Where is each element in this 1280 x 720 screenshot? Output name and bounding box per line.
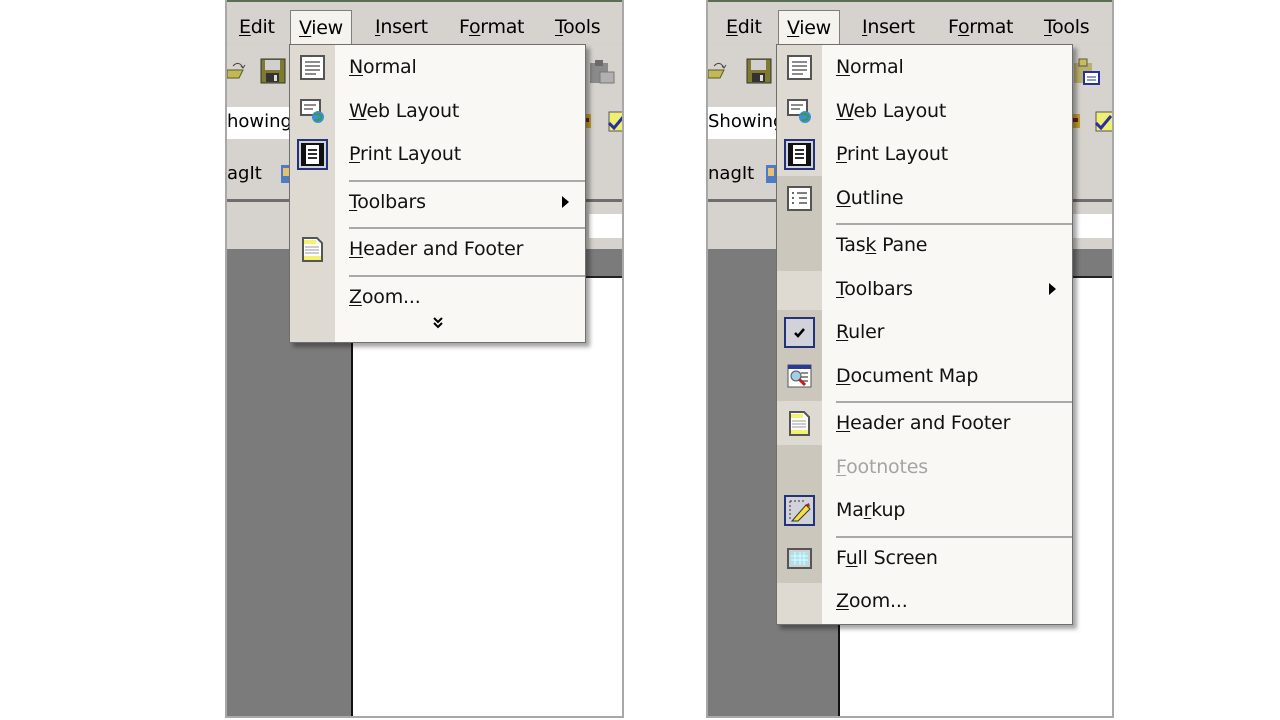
style-input[interactable]: howing [227, 107, 289, 139]
track-changes-icon[interactable] [607, 111, 624, 133]
menu-item-label: Web Layout [836, 99, 947, 122]
menu-item-label: Document Map [836, 364, 979, 387]
checkmark-icon [784, 317, 815, 348]
menu-item-label: Toolbars [349, 190, 426, 213]
menu-item-label: Print Layout [349, 143, 462, 165]
document-page[interactable] [351, 278, 622, 716]
outline-view-icon [784, 183, 815, 214]
menu-insert[interactable]: Insert [862, 16, 915, 38]
menu-item-document-map[interactable]: Document Map [777, 356, 1072, 396]
menu-item-zoom[interactable]: Zoom... [290, 277, 585, 317]
menu-bar: Edit View Insert Format Tools [708, 2, 1112, 47]
menu-item-zoom[interactable]: Zoom... [777, 581, 1072, 621]
markup-icon [784, 495, 815, 526]
track-changes-icon[interactable] [1094, 111, 1114, 133]
menu-insert[interactable]: Insert [375, 16, 428, 38]
paste-icon[interactable] [588, 57, 616, 85]
menu-item-label: Zoom... [836, 590, 908, 612]
open-folder-icon[interactable] [708, 60, 730, 82]
menu-item-label: Normal [836, 56, 904, 78]
submenu-arrow-icon [562, 195, 569, 208]
menu-item-task-pane[interactable]: Task Pane [777, 225, 1072, 265]
menu-bar: Edit View Insert Format Tools [227, 2, 622, 47]
expand-menu-chevron-icon[interactable] [290, 312, 585, 334]
menu-item-footnotes: Footnotes [777, 447, 1072, 487]
print-layout-icon [297, 139, 328, 170]
open-folder-icon[interactable] [227, 60, 249, 82]
menu-item-label: Task Pane [836, 234, 928, 256]
menu-item-label: Full Screen [836, 546, 938, 569]
menu-item-markup[interactable]: Markup [777, 490, 1072, 530]
menu-item-header-and-footer[interactable]: Header and Footer [290, 229, 585, 269]
menu-item-web-layout[interactable]: Web Layout [290, 91, 585, 131]
menu-item-print-layout[interactable]: Print Layout [290, 134, 585, 174]
menu-item-label: Print Layout [836, 143, 949, 165]
full-screen-icon [784, 543, 815, 574]
menu-item-label: Web Layout [349, 99, 460, 122]
menu-edit[interactable]: Edit [726, 16, 762, 38]
menu-tools[interactable]: Tools [1044, 16, 1090, 38]
menu-format[interactable]: Format [948, 16, 1013, 38]
snagit-label: agIt [227, 163, 262, 184]
menu-edit[interactable]: Edit [239, 16, 275, 38]
highlight-icon[interactable] [1072, 112, 1082, 132]
menu-item-toolbars[interactable]: Toolbars [777, 269, 1072, 309]
menu-item-label: Markup [836, 499, 906, 521]
normal-view-icon [784, 52, 815, 83]
menu-tools[interactable]: Tools [555, 16, 601, 38]
menu-item-label: Footnotes [836, 455, 928, 478]
menu-item-normal[interactable]: Normal [290, 47, 585, 87]
menu-item-normal[interactable]: Normal [777, 47, 1072, 87]
header-footer-icon [297, 234, 328, 265]
save-icon[interactable] [260, 58, 286, 84]
menu-item-full-screen[interactable]: Full Screen [777, 538, 1072, 578]
menu-view[interactable]: View [778, 10, 840, 47]
menu-view[interactable]: View [290, 10, 352, 47]
menu-item-print-layout[interactable]: Print Layout [777, 134, 1072, 174]
menu-item-label: Outline [836, 186, 904, 209]
header-footer-icon [784, 408, 815, 439]
snagit-label: nagIt [708, 163, 755, 184]
menu-item-ruler[interactable]: Ruler [777, 312, 1072, 352]
menu-item-outline[interactable]: Outline [777, 178, 1072, 218]
menu-item-label: Toolbars [836, 277, 913, 300]
menu-item-toolbars[interactable]: Toolbars [290, 182, 585, 222]
menu-item-header-and-footer[interactable]: Header and Footer [777, 403, 1072, 443]
menu-item-label: Header and Footer [349, 238, 524, 260]
web-layout-icon [784, 96, 815, 127]
ruler-track [1072, 214, 1112, 238]
paste-icon[interactable] [1072, 57, 1102, 87]
submenu-arrow-icon [1049, 282, 1056, 295]
menu-item-web-layout[interactable]: Web Layout [777, 91, 1072, 131]
normal-view-icon [297, 52, 328, 83]
menu-item-label: Ruler [836, 321, 885, 343]
ruler-track [589, 214, 622, 238]
menu-item-label: Header and Footer [836, 412, 1011, 434]
menu-format[interactable]: Format [459, 16, 524, 38]
menu-item-label: Normal [349, 56, 417, 78]
web-layout-icon [297, 96, 328, 127]
print-layout-icon [784, 139, 815, 170]
menu-item-label: Zoom... [349, 285, 421, 308]
view-menu-collapsed: Normal Web Layout Print Layout Toolbars Head… [289, 44, 586, 343]
save-icon[interactable] [746, 58, 772, 84]
style-input[interactable]: Showing [708, 107, 778, 139]
view-menu-expanded: Normal Web Layout Print Layout Outline Task … [776, 44, 1073, 625]
document-map-icon [784, 361, 815, 392]
